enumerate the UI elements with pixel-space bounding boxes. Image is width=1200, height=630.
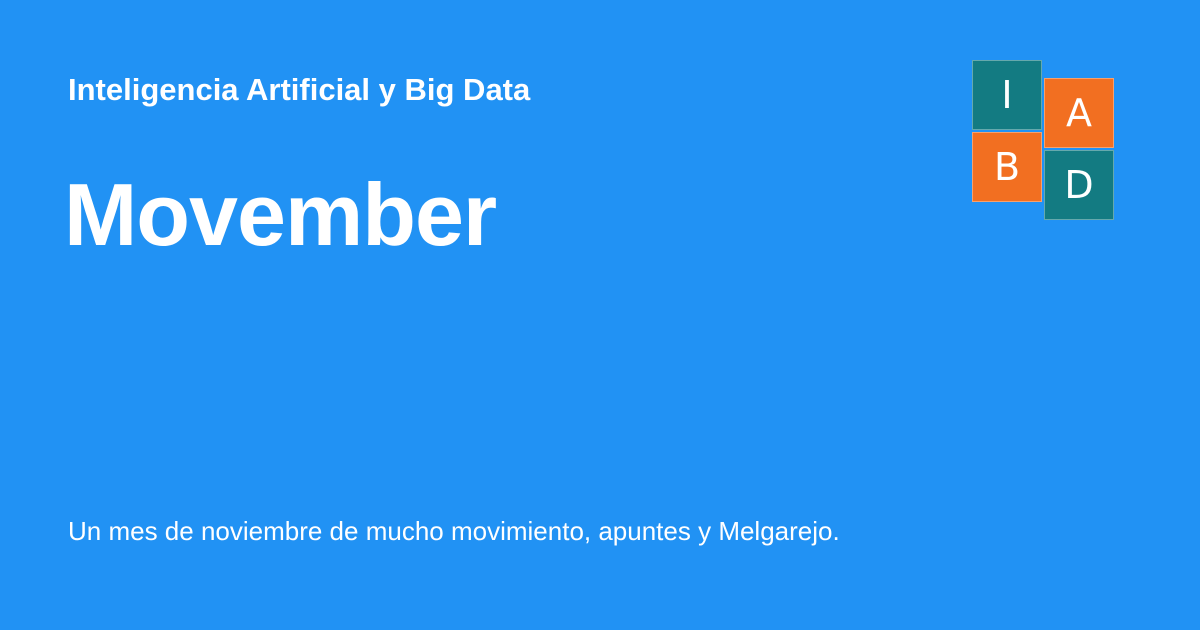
site-name: Inteligencia Artificial y Big Data — [68, 72, 531, 107]
logo-tile-a: A — [1044, 78, 1114, 148]
logo-letter-a: A — [1066, 91, 1092, 135]
post-description: Un mes de noviembre de mucho movimiento,… — [68, 516, 840, 546]
logo-letter-b: B — [993, 145, 1021, 189]
logo-tile-d: D — [1044, 150, 1114, 220]
logo-tile-b: B — [972, 132, 1042, 202]
logo-letter-i: I — [1001, 73, 1013, 117]
logo-letter-d: D — [1064, 163, 1094, 207]
logo-tile-i: I — [972, 60, 1042, 130]
iabd-logo: I A B D — [972, 60, 1116, 222]
social-card: Inteligencia Artificial y Big Data Movem… — [0, 0, 1200, 630]
post-title: Movember — [64, 165, 497, 264]
